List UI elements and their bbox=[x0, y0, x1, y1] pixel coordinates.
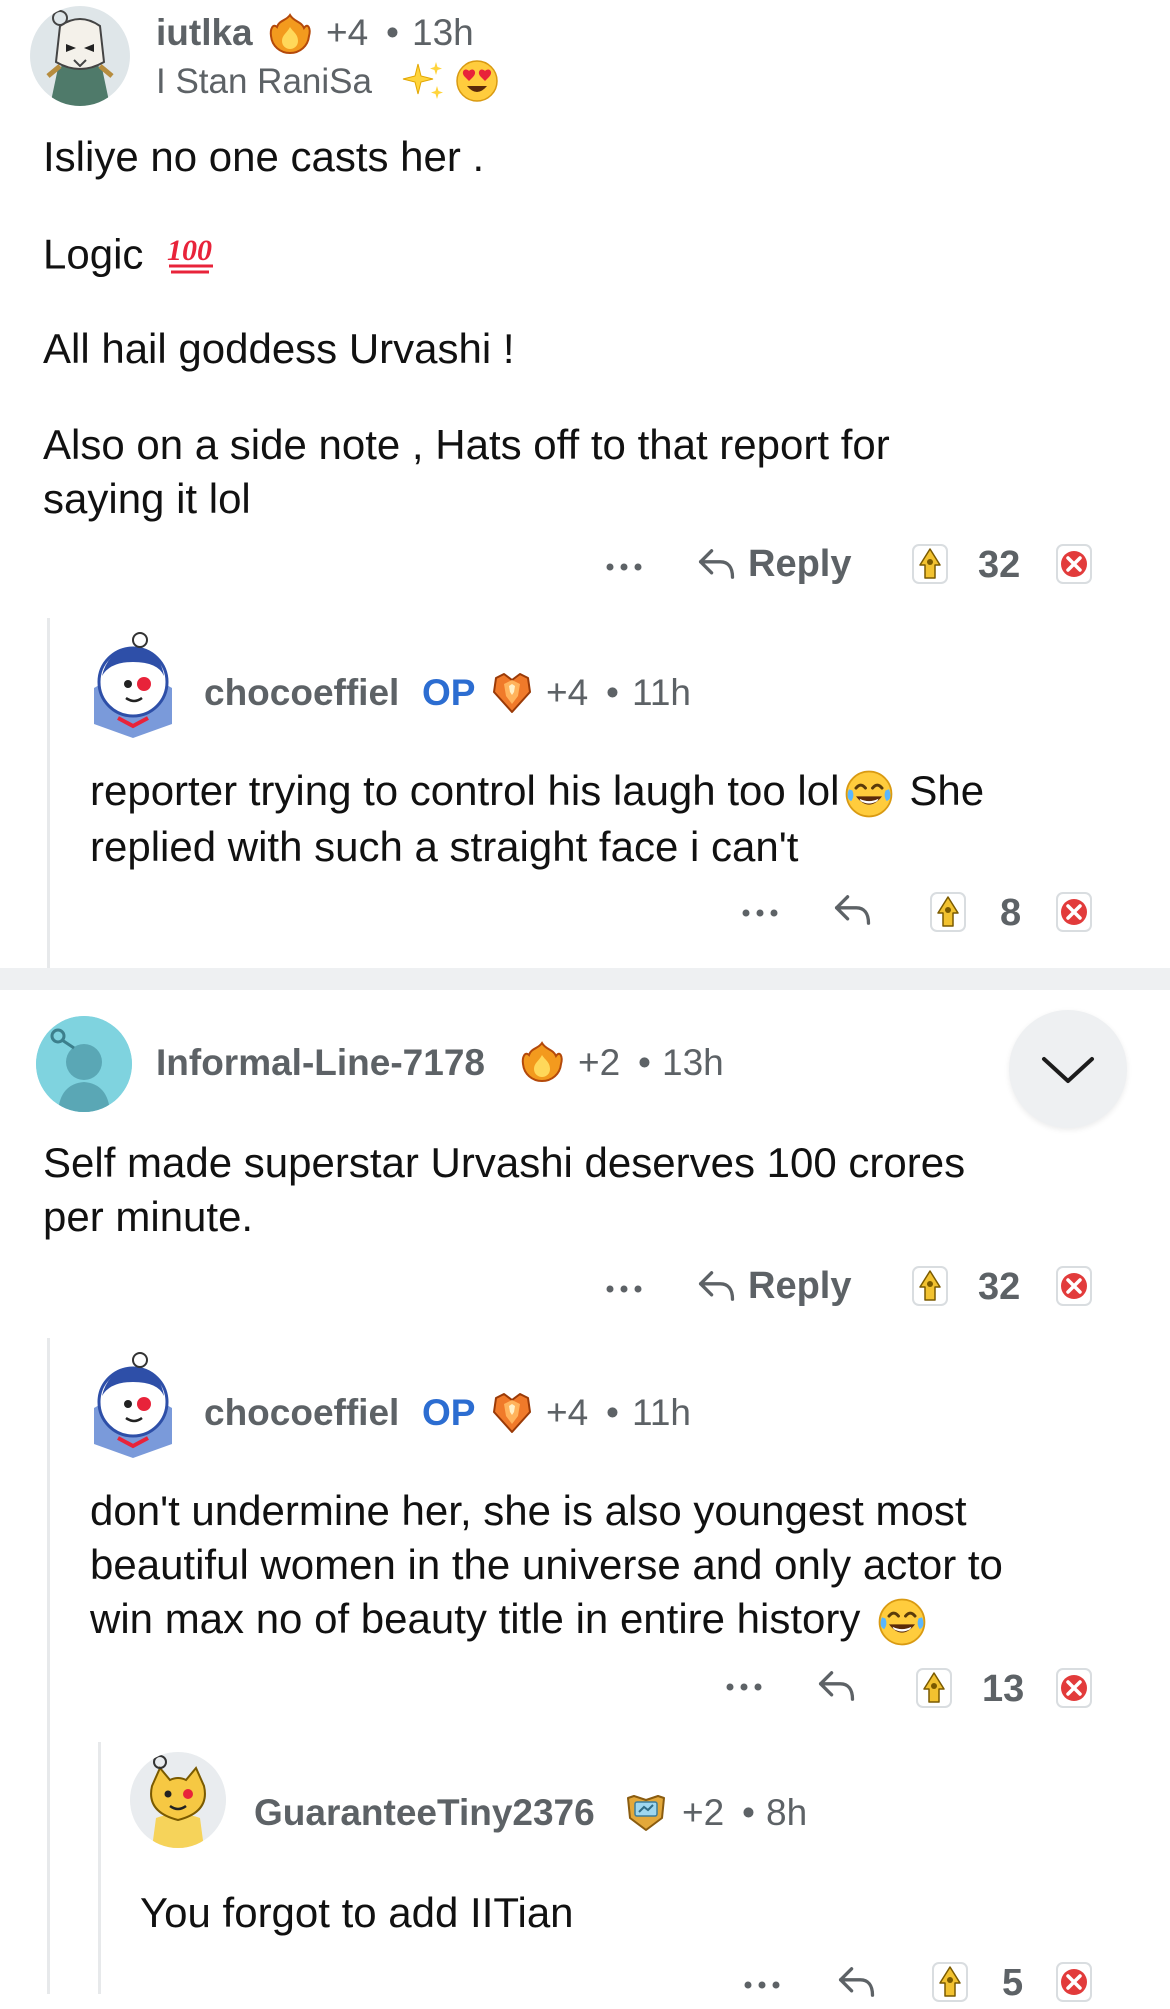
username[interactable]: chocoeffiel bbox=[204, 672, 399, 714]
separator-dot: • bbox=[606, 672, 619, 713]
separator-dot: • bbox=[606, 1392, 619, 1433]
avatar[interactable] bbox=[130, 1752, 226, 1848]
reply-button[interactable]: Reply bbox=[694, 1264, 851, 1308]
reply-label: Reply bbox=[748, 542, 852, 585]
comment-body: reporter trying to control his laugh too… bbox=[90, 764, 1150, 874]
username[interactable]: GuaranteeTiny2376 bbox=[254, 1792, 595, 1834]
thread-line[interactable] bbox=[47, 618, 50, 968]
avatar[interactable] bbox=[30, 6, 130, 106]
tears-of-joy-emoji bbox=[841, 768, 897, 820]
timestamp: 8h bbox=[766, 1792, 808, 1833]
separator-dot: • bbox=[742, 1792, 755, 1833]
comment-body: Self made superstar Urvashi deserves 100… bbox=[43, 1136, 1103, 1244]
comment-line: beautiful women in the universe and only… bbox=[90, 1541, 1003, 1588]
downvote-icon[interactable] bbox=[1054, 890, 1094, 934]
timestamp: 13h bbox=[412, 12, 474, 53]
award-fire-icon bbox=[520, 1040, 564, 1084]
comment-body: All hail goddess Urvashi ! bbox=[43, 322, 1123, 376]
user-flair: I Stan RaniSa bbox=[156, 62, 372, 101]
heart-eyes-emoji bbox=[454, 58, 500, 104]
upvote-icon[interactable] bbox=[914, 1666, 954, 1710]
comment-line: She bbox=[909, 767, 985, 814]
thread-divider bbox=[0, 968, 1170, 990]
reply-label: Reply bbox=[748, 1264, 852, 1307]
downvote-icon[interactable] bbox=[1054, 1666, 1094, 1710]
thread-line[interactable] bbox=[47, 1338, 50, 1994]
comment-line: win max no of beauty title in entire his… bbox=[90, 1595, 861, 1642]
tears-of-joy-emoji bbox=[874, 1596, 930, 1648]
thread-line[interactable] bbox=[98, 1742, 101, 1994]
op-badge: OP bbox=[422, 1392, 476, 1433]
award-gem-icon bbox=[490, 1390, 534, 1434]
award-count: +2 bbox=[578, 1042, 621, 1083]
avatar[interactable] bbox=[88, 1346, 178, 1458]
comment-line: Self made superstar Urvashi deserves 100… bbox=[43, 1139, 966, 1186]
vote-count: 8 bbox=[1000, 892, 1022, 934]
vote-count: 32 bbox=[978, 1266, 1021, 1308]
more-options-icon[interactable] bbox=[604, 560, 644, 572]
vote-count: 32 bbox=[978, 544, 1021, 586]
comment-body: You forgot to add IITian bbox=[140, 1886, 1140, 1940]
downvote-icon[interactable] bbox=[1054, 1960, 1094, 2004]
comment-body: Logic 100 bbox=[43, 226, 219, 289]
comment-line: Also on a side note , Hats off to that r… bbox=[43, 421, 890, 468]
reply-arrow-icon[interactable] bbox=[814, 1664, 858, 1708]
comment-body: don't undermine her, she is also younges… bbox=[90, 1484, 1160, 1648]
more-options-icon[interactable] bbox=[742, 1978, 782, 1990]
reply-arrow-icon bbox=[694, 542, 738, 586]
separator-dot: • bbox=[638, 1042, 651, 1083]
more-options-icon[interactable] bbox=[740, 906, 780, 918]
vote-count: 13 bbox=[982, 1668, 1025, 1710]
hundred-points-emoji: 100 bbox=[163, 226, 219, 289]
downvote-icon[interactable] bbox=[1054, 1264, 1094, 1308]
timestamp: 13h bbox=[662, 1042, 724, 1083]
award-fire-icon bbox=[268, 12, 312, 56]
comment-line: per minute. bbox=[43, 1193, 254, 1240]
comment-line: replied with such a straight face i can'… bbox=[90, 822, 799, 870]
award-count: +4 bbox=[326, 12, 369, 53]
comment-body: Also on a side note , Hats off to that r… bbox=[43, 418, 1123, 526]
award-gem-icon bbox=[490, 670, 534, 714]
comment-line: All hail goddess Urvashi ! bbox=[43, 325, 515, 372]
timestamp: 11h bbox=[632, 672, 691, 713]
comment-line: saying it lol bbox=[43, 475, 251, 522]
username[interactable]: chocoeffiel bbox=[204, 1392, 399, 1434]
award-shield-icon bbox=[622, 1790, 670, 1834]
comment-line: reporter trying to control his laugh too… bbox=[90, 767, 840, 814]
comment-line: Logic bbox=[43, 230, 144, 278]
award-count: +4 bbox=[546, 1392, 589, 1433]
upvote-icon[interactable] bbox=[910, 1264, 950, 1308]
svg-text:100: 100 bbox=[167, 234, 212, 267]
chevron-down-icon bbox=[1038, 1051, 1098, 1087]
comment-line: You forgot to add IITian bbox=[140, 1889, 574, 1936]
op-badge: OP bbox=[422, 672, 476, 713]
comment-body: Isliye no one casts her . bbox=[43, 130, 1123, 184]
username[interactable]: iutlka bbox=[156, 12, 253, 54]
avatar[interactable] bbox=[36, 1016, 132, 1112]
upvote-icon[interactable] bbox=[930, 1960, 970, 2004]
collapse-button[interactable] bbox=[1009, 1010, 1127, 1128]
username[interactable]: Informal-Line-7178 bbox=[156, 1042, 485, 1084]
vote-count: 5 bbox=[1002, 1962, 1024, 2004]
reply-button[interactable]: Reply bbox=[694, 542, 851, 586]
reply-arrow-icon bbox=[694, 1264, 738, 1308]
more-options-icon[interactable] bbox=[724, 1680, 764, 1692]
reply-arrow-icon[interactable] bbox=[830, 888, 874, 932]
comment-line: don't undermine her, she is also younges… bbox=[90, 1487, 967, 1534]
award-count: +4 bbox=[546, 672, 589, 713]
comment-line: Isliye no one casts her . bbox=[43, 133, 485, 180]
upvote-icon[interactable] bbox=[910, 542, 950, 586]
separator-dot: • bbox=[386, 12, 399, 53]
sparkles-emoji bbox=[400, 58, 446, 104]
downvote-icon[interactable] bbox=[1054, 542, 1094, 586]
timestamp: 11h bbox=[632, 1392, 691, 1433]
more-options-icon[interactable] bbox=[604, 1282, 644, 1294]
avatar[interactable] bbox=[88, 626, 178, 738]
upvote-icon[interactable] bbox=[928, 890, 968, 934]
reply-arrow-icon[interactable] bbox=[834, 1960, 878, 2004]
award-count: +2 bbox=[682, 1792, 725, 1833]
